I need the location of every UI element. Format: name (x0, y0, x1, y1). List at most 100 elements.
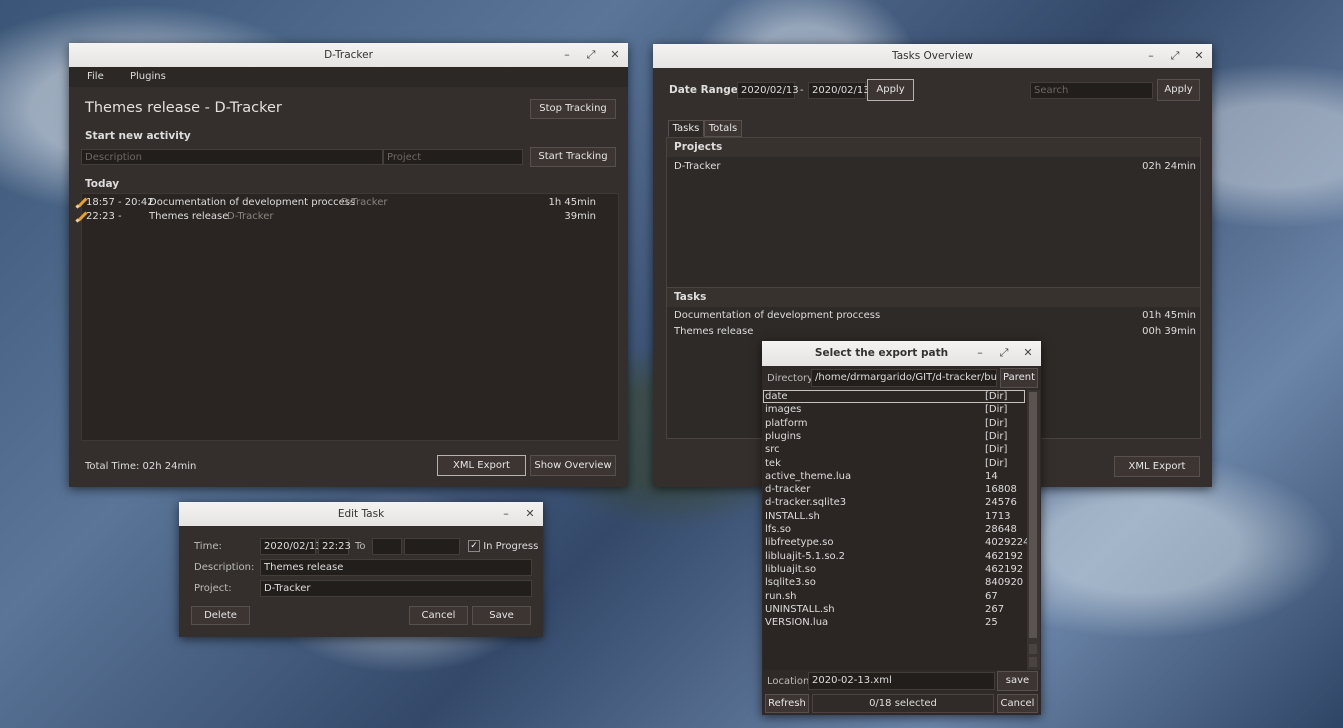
overview-titlebar[interactable]: Tasks Overview – ⤢ ✕ (653, 44, 1212, 68)
task-row[interactable]: Themes release 00h 39min (667, 325, 1200, 338)
parent-button[interactable]: Parent (1000, 368, 1038, 388)
file-row[interactable]: d-tracker 16808 (763, 483, 1025, 496)
edit-pencil-icon[interactable] (76, 211, 86, 221)
current-activity-heading: Themes release - D-Tracker (85, 100, 282, 116)
file-row[interactable]: active_theme.lua 14 (763, 470, 1025, 483)
activity-project: D-Tracker (227, 211, 274, 222)
close-icon[interactable]: ✕ (1021, 341, 1035, 365)
end-date-input[interactable] (372, 538, 402, 555)
save-button[interactable]: Save (472, 606, 531, 625)
file-size: [Dir] (985, 430, 1008, 442)
maximize-icon[interactable]: ⤢ (584, 43, 598, 67)
close-icon[interactable]: ✕ (523, 502, 537, 526)
close-icon[interactable]: ✕ (608, 43, 622, 67)
export-titlebar[interactable]: Select the export path – ⤢ ✕ (762, 341, 1041, 366)
menu-plugins[interactable]: Plugins (130, 71, 166, 82)
export-path-dialog: Select the export path – ⤢ ✕ Directory /… (762, 341, 1041, 715)
location-input[interactable]: 2020-02-13.xml (808, 672, 995, 690)
file-row[interactable]: INSTALL.sh 1713 (763, 510, 1025, 523)
maximize-icon[interactable]: ⤢ (1168, 44, 1182, 68)
overview-xml-export-button[interactable]: XML Export (1114, 456, 1200, 477)
file-name: INSTALL.sh (765, 510, 820, 522)
edit-titlebar[interactable]: Edit Task – ✕ (179, 502, 543, 526)
activity-row[interactable]: 18:57 - 20:42 Documentation of developme… (82, 196, 618, 209)
file-row[interactable]: libluajit.so 462192 (763, 563, 1025, 576)
project-name: D-Tracker (674, 161, 721, 172)
minimize-icon[interactable]: – (499, 502, 513, 526)
start-date-input[interactable]: 2020/02/13 (260, 538, 322, 555)
minimize-icon[interactable]: – (973, 341, 987, 365)
project-field[interactable]: D-Tracker (260, 580, 532, 597)
in-progress-checkbox[interactable]: ✓ In Progress (468, 540, 538, 552)
file-row[interactable]: lsqlite3.so 840920 (763, 576, 1025, 589)
task-row[interactable]: Documentation of development proccess 01… (667, 309, 1200, 322)
project-label: Project: (194, 583, 232, 594)
minimize-icon[interactable]: – (1144, 44, 1158, 68)
search-input[interactable]: Search (1030, 82, 1153, 99)
xml-export-button[interactable]: XML Export (437, 455, 526, 476)
close-icon[interactable]: ✕ (1192, 44, 1206, 68)
file-name: date (765, 391, 788, 402)
export-save-button[interactable]: save (997, 671, 1038, 691)
project-input[interactable]: Project (383, 149, 523, 165)
file-row[interactable]: plugins [Dir] (763, 430, 1025, 443)
file-name: lfs.so (765, 524, 792, 535)
file-row[interactable]: libluajit-5.1.so.2 462192 (763, 550, 1025, 563)
scroll-up-icon[interactable] (1029, 644, 1037, 654)
tab-totals[interactable]: Totals (704, 120, 742, 137)
end-time-input[interactable] (404, 538, 460, 555)
activity-description: Documentation of development proccess (149, 197, 356, 208)
file-size: 462192 (985, 550, 1024, 562)
project-row[interactable]: D-Tracker 02h 24min (667, 160, 1200, 173)
checkmark-icon: ✓ (468, 540, 480, 552)
file-size: [Dir] (985, 457, 1008, 469)
dtracker-titlebar[interactable]: D-Tracker – ⤢ ✕ (69, 43, 628, 67)
file-row[interactable]: VERSION.lua 25 (763, 616, 1025, 629)
file-size: [Dir] (985, 404, 1008, 416)
file-name: UNINSTALL.sh (765, 603, 835, 615)
file-list-scrollbar[interactable] (1027, 390, 1040, 670)
file-size: [Dir] (985, 391, 1008, 402)
activity-row[interactable]: 22:23 - Themes release D-Tracker 39min (82, 210, 618, 223)
file-name: VERSION.lua (765, 617, 829, 629)
scroll-down-icon[interactable] (1029, 657, 1037, 667)
file-name: images (765, 404, 802, 416)
directory-input[interactable]: /home/drmargarido/GIT/d-tracker/build (811, 369, 997, 387)
edit-pencil-icon[interactable] (76, 197, 86, 207)
minimize-icon[interactable]: – (560, 43, 574, 67)
date-range-separator: - (800, 85, 804, 96)
file-name: active_theme.lua (765, 470, 852, 482)
file-row[interactable]: platform [Dir] (763, 417, 1025, 430)
file-row[interactable]: lfs.so 28648 (763, 523, 1025, 536)
file-row[interactable]: images [Dir] (763, 403, 1025, 416)
file-name: platform (765, 417, 808, 429)
cancel-button[interactable]: Cancel (409, 606, 468, 625)
scrollbar-thumb[interactable] (1029, 392, 1037, 638)
menu-file[interactable]: File (87, 71, 104, 82)
file-row[interactable]: src [Dir] (763, 443, 1025, 456)
date-from-input[interactable]: 2020/02/13 (737, 82, 799, 99)
file-row[interactable]: date [Dir] (763, 390, 1025, 403)
maximize-icon[interactable]: ⤢ (997, 341, 1011, 365)
file-row[interactable]: libfreetype.so 4029224 (763, 536, 1027, 549)
apply-search-button[interactable]: Apply (1157, 79, 1200, 101)
stop-tracking-button[interactable]: Stop Tracking (530, 99, 616, 119)
file-row[interactable]: run.sh 67 (763, 590, 1025, 603)
file-name: run.sh (765, 590, 797, 602)
date-to-input[interactable]: 2020/02/13 (808, 82, 870, 99)
show-overview-button[interactable]: Show Overview (530, 455, 616, 476)
start-tracking-button[interactable]: Start Tracking (530, 147, 616, 167)
file-row[interactable]: d-tracker.sqlite3 24576 (763, 496, 1025, 509)
description-field[interactable]: Themes release (260, 559, 532, 576)
description-input[interactable]: Description (81, 149, 383, 165)
apply-date-button[interactable]: Apply (867, 79, 914, 101)
start-time-input[interactable]: 22:23 (318, 538, 351, 555)
file-row[interactable]: UNINSTALL.sh 267 (763, 603, 1025, 616)
activity-list: 18:57 - 20:42 Documentation of developme… (81, 193, 619, 441)
export-cancel-button[interactable]: Cancel (997, 694, 1038, 713)
refresh-button[interactable]: Refresh (765, 694, 809, 713)
activity-duration: 39min (564, 211, 596, 222)
file-row[interactable]: tek [Dir] (763, 457, 1025, 470)
delete-button[interactable]: Delete (191, 606, 250, 625)
tab-tasks[interactable]: Tasks (668, 120, 704, 137)
